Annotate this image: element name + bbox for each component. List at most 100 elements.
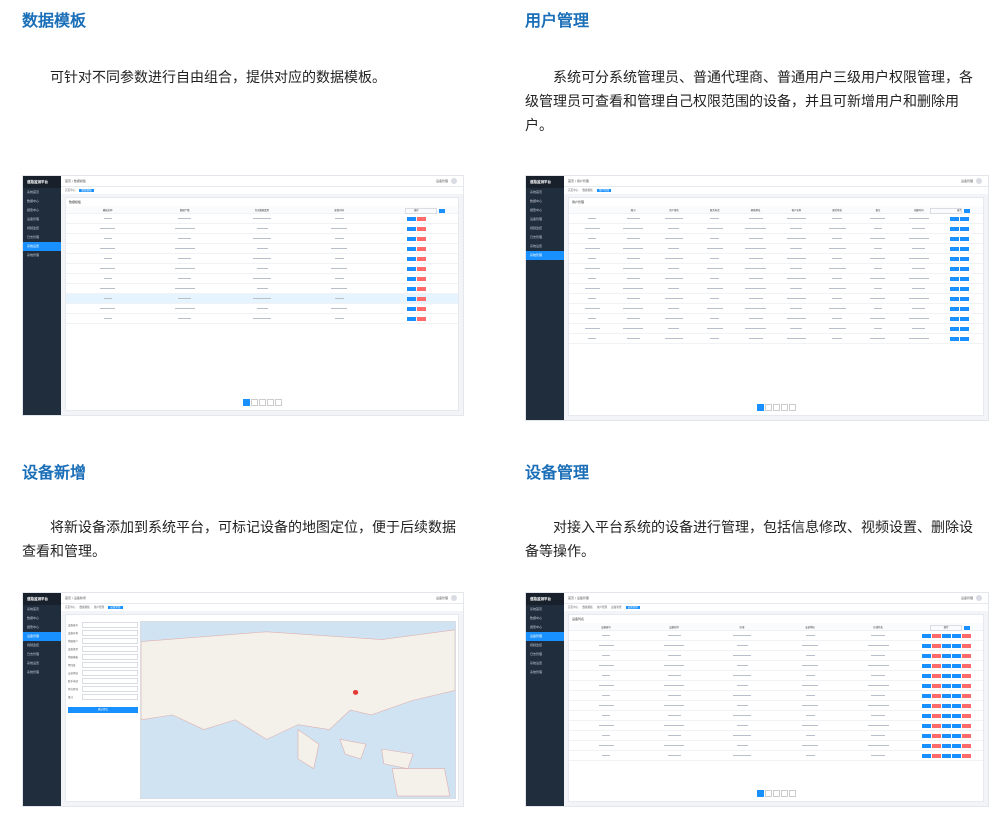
row-action-button[interactable] (960, 226, 970, 231)
row-action-button[interactable] (950, 296, 960, 301)
sidebar-item[interactable]: 系统设置 (23, 659, 61, 668)
sidebar-item[interactable]: 报警中心 (23, 623, 61, 632)
row-action-button[interactable] (941, 733, 951, 738)
row-action-button[interactable] (931, 743, 941, 748)
form-input[interactable] (82, 622, 138, 628)
row-action-button[interactable] (931, 713, 941, 718)
tab-item[interactable]: 设备新增 (108, 606, 123, 609)
row-action-button[interactable] (406, 226, 416, 231)
tab-item[interactable]: 首页中心 (65, 189, 75, 192)
row-action-button[interactable] (960, 216, 970, 221)
sidebar-item[interactable]: 日志管理 (526, 650, 564, 659)
row-action-button[interactable] (931, 753, 941, 758)
sidebar-item[interactable]: 系统管理 (23, 251, 61, 260)
search-input[interactable] (930, 624, 962, 631)
user-menu[interactable]: 设备管理 (961, 593, 982, 603)
page-button[interactable] (258, 399, 266, 406)
row-action-button[interactable] (960, 296, 970, 301)
tab-item[interactable]: 首页中心 (568, 189, 578, 192)
user-menu[interactable]: 设备管理 (436, 593, 457, 603)
row-action-button[interactable] (950, 266, 960, 271)
page-button[interactable] (250, 399, 258, 406)
row-action-button[interactable] (941, 713, 951, 718)
row-action-button[interactable] (941, 693, 951, 698)
row-action-button[interactable] (921, 723, 931, 728)
row-action-button[interactable] (950, 256, 960, 261)
row-action-button[interactable] (921, 733, 931, 738)
tab-item[interactable]: 用户管理 (94, 606, 104, 609)
row-action-button[interactable] (950, 316, 960, 321)
row-action-button[interactable] (416, 216, 426, 221)
form-input[interactable] (82, 638, 138, 644)
row-action-button[interactable] (406, 296, 416, 301)
row-action-button[interactable] (960, 306, 970, 311)
sidebar-item[interactable]: 系统首页 (23, 188, 61, 197)
page-button[interactable] (780, 404, 788, 411)
row-action-button[interactable] (951, 663, 961, 668)
sidebar-item[interactable]: 设备管理 (23, 215, 61, 224)
page-button[interactable] (266, 399, 274, 406)
sidebar-item[interactable]: 视频监控 (23, 224, 61, 233)
row-action-button[interactable] (921, 643, 931, 648)
row-action-button[interactable] (961, 743, 971, 748)
row-action-button[interactable] (951, 673, 961, 678)
row-action-button[interactable] (941, 723, 951, 728)
sidebar-item[interactable]: 数据中心 (526, 614, 564, 623)
tab-item[interactable]: 数据模板 (79, 606, 89, 609)
row-action-button[interactable] (931, 673, 941, 678)
page-button[interactable] (764, 404, 772, 411)
search-button[interactable] (439, 208, 445, 213)
page-button[interactable] (242, 399, 250, 406)
row-action-button[interactable] (951, 703, 961, 708)
row-action-button[interactable] (406, 236, 416, 241)
page-button[interactable] (764, 790, 772, 797)
row-action-button[interactable] (406, 216, 416, 221)
form-input[interactable] (82, 654, 138, 660)
row-action-button[interactable] (961, 723, 971, 728)
page-button[interactable] (756, 790, 764, 797)
row-action-button[interactable] (961, 633, 971, 638)
row-action-button[interactable] (931, 693, 941, 698)
sidebar-item[interactable]: 数据中心 (23, 614, 61, 623)
row-action-button[interactable] (931, 653, 941, 658)
search-button[interactable] (964, 208, 970, 213)
form-input[interactable] (82, 694, 138, 700)
row-action-button[interactable] (406, 256, 416, 261)
row-action-button[interactable] (950, 286, 960, 291)
row-action-button[interactable] (931, 683, 941, 688)
row-action-button[interactable] (406, 286, 416, 291)
page-button[interactable] (274, 399, 282, 406)
row-action-button[interactable] (416, 296, 426, 301)
row-action-button[interactable] (960, 316, 970, 321)
sidebar-item[interactable]: 视频监控 (23, 641, 61, 650)
row-action-button[interactable] (931, 643, 941, 648)
location-pin-icon[interactable] (352, 689, 359, 695)
row-action-button[interactable] (951, 713, 961, 718)
row-action-button[interactable] (941, 643, 951, 648)
row-action-button[interactable] (960, 266, 970, 271)
row-action-button[interactable] (931, 663, 941, 668)
user-menu[interactable]: 设备管理 (961, 176, 982, 186)
row-action-button[interactable] (921, 663, 931, 668)
row-action-button[interactable] (921, 693, 931, 698)
sidebar-item[interactable]: 视频监控 (526, 224, 564, 233)
row-action-button[interactable] (961, 683, 971, 688)
tab-item[interactable]: 首页中心 (568, 606, 578, 609)
row-action-button[interactable] (921, 683, 931, 688)
row-action-button[interactable] (416, 236, 426, 241)
row-action-button[interactable] (961, 753, 971, 758)
row-action-button[interactable] (951, 633, 961, 638)
row-action-button[interactable] (416, 226, 426, 231)
row-action-button[interactable] (416, 306, 426, 311)
row-action-button[interactable] (931, 633, 941, 638)
row-action-button[interactable] (950, 216, 960, 221)
sidebar-item[interactable]: 系统管理 (23, 668, 61, 677)
row-action-button[interactable] (960, 276, 970, 281)
tab-item[interactable]: 设备管理 (625, 606, 640, 609)
row-action-button[interactable] (950, 306, 960, 311)
row-action-button[interactable] (921, 653, 931, 658)
row-action-button[interactable] (950, 276, 960, 281)
sidebar-item[interactable]: 报警中心 (526, 623, 564, 632)
page-button[interactable] (772, 404, 780, 411)
row-action-button[interactable] (941, 633, 951, 638)
